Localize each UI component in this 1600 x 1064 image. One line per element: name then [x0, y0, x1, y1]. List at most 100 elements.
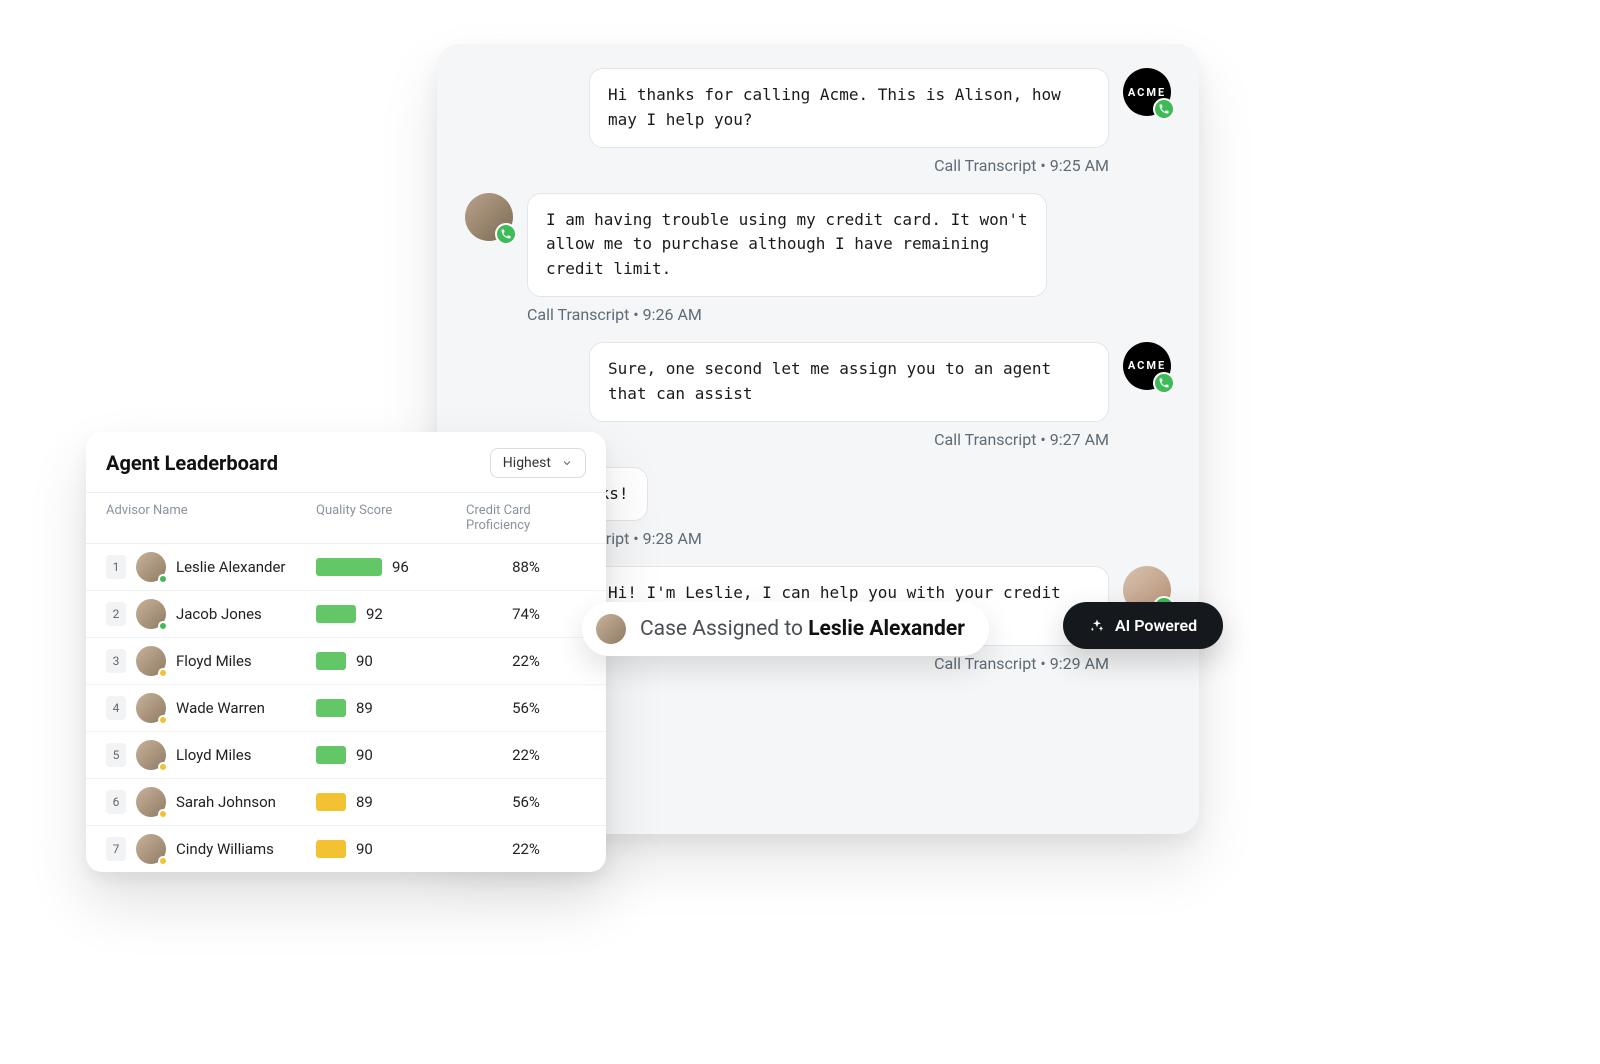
table-row[interactable]: 7 Cindy Williams 90 22%	[86, 826, 606, 872]
score-value: 90	[356, 652, 373, 670]
proficiency-cell: 56%	[466, 793, 586, 811]
table-row[interactable]: 3 Floyd Miles 90 22%	[86, 638, 606, 685]
table-row[interactable]: 4 Wade Warren 89 56%	[86, 685, 606, 732]
sort-dropdown-label: Highest	[503, 455, 551, 471]
col-proficiency: Credit Card Proficiency	[466, 503, 586, 533]
leaderboard-card: Agent Leaderboard Highest Advisor Name Q…	[86, 432, 606, 872]
quality-score-cell: 90	[316, 840, 466, 858]
agent-name: Cindy Williams	[176, 840, 274, 858]
agent-cell: 6Sarah Johnson	[106, 787, 316, 817]
quality-score-cell: 89	[316, 699, 466, 717]
col-advisor-name: Advisor Name	[106, 503, 316, 533]
table-row[interactable]: 1 Leslie Alexander 96 88%	[86, 544, 606, 591]
message-block: I am having trouble using my credit card…	[465, 193, 1171, 324]
acme-avatar: ACME	[1123, 342, 1171, 390]
agent-avatar	[136, 740, 166, 770]
score-value: 90	[356, 746, 373, 764]
table-row[interactable]: 5Lloyd Miles 90 22%	[86, 732, 606, 779]
agent-avatar	[136, 552, 166, 582]
agent-name: Leslie Alexander	[176, 558, 286, 576]
ai-badge-label: AI Powered	[1115, 616, 1197, 635]
quality-score-cell: 90	[316, 746, 466, 764]
assigned-prefix: Case Assigned to	[640, 617, 808, 641]
table-row[interactable]: 6Sarah Johnson 89 56%	[86, 779, 606, 826]
rank-badge: 3	[106, 649, 126, 673]
sparkle-icon	[1089, 618, 1105, 634]
proficiency-cell: 22%	[466, 652, 586, 670]
score-bar	[316, 605, 356, 623]
proficiency-cell: 74%	[466, 605, 586, 623]
score-bar	[316, 558, 382, 576]
phone-icon	[495, 223, 517, 245]
agent-cell: 7 Cindy Williams	[106, 834, 316, 864]
message-row: I am having trouble using my credit card…	[465, 193, 1171, 297]
phone-icon	[1153, 372, 1175, 394]
message-meta: Call Transcript • 9:26 AM	[465, 305, 1171, 324]
avatar-label: ACME	[1128, 359, 1166, 372]
case-assigned-pill: Case Assigned to Leslie Alexander	[582, 602, 989, 656]
agent-cell: 5Lloyd Miles	[106, 740, 316, 770]
score-value: 90	[356, 840, 373, 858]
quality-score-cell: 89	[316, 793, 466, 811]
status-dot	[158, 762, 168, 772]
score-bar	[316, 793, 346, 811]
score-bar	[316, 652, 346, 670]
message-row: Sure, one second let me assign you to an…	[465, 342, 1171, 422]
status-dot	[158, 715, 168, 725]
proficiency-cell: 22%	[466, 840, 586, 858]
chevron-down-icon	[561, 457, 573, 469]
ai-powered-badge: AI Powered	[1063, 602, 1223, 649]
status-dot	[158, 856, 168, 866]
score-bar	[316, 746, 346, 764]
acme-avatar: ACME	[1123, 68, 1171, 116]
message-bubble: I am having trouble using my credit card…	[527, 193, 1047, 297]
leaderboard-columns: Advisor Name Quality Score Credit Card P…	[86, 492, 606, 544]
agent-cell: 2 Jacob Jones	[106, 599, 316, 629]
quality-score-cell: 92	[316, 605, 466, 623]
customer-avatar	[465, 193, 513, 241]
status-dot	[158, 621, 168, 631]
message-meta: Call Transcript • 9:25 AM	[465, 156, 1171, 175]
agent-name: Lloyd Miles	[176, 746, 251, 764]
avatar-label: ACME	[1128, 86, 1166, 99]
agent-avatar	[136, 787, 166, 817]
agent-avatar	[136, 834, 166, 864]
proficiency-cell: 88%	[466, 558, 586, 576]
rank-badge: 2	[106, 602, 126, 626]
col-quality-score: Quality Score	[316, 503, 466, 533]
agent-cell: 3 Floyd Miles	[106, 646, 316, 676]
score-value: 89	[356, 793, 373, 811]
assigned-agent-name: Leslie Alexander	[808, 617, 965, 641]
status-dot	[158, 668, 168, 678]
message-row: Hi thanks for calling Acme. This is Alis…	[465, 68, 1171, 148]
quality-score-cell: 96	[316, 558, 466, 576]
status-dot	[158, 809, 168, 819]
sort-dropdown[interactable]: Highest	[490, 448, 586, 478]
agent-name: Floyd Miles	[176, 652, 252, 670]
message-bubble: Sure, one second let me assign you to an…	[589, 342, 1109, 422]
score-value: 96	[392, 558, 409, 576]
agent-name: Wade Warren	[176, 699, 265, 717]
proficiency-cell: 22%	[466, 746, 586, 764]
score-bar	[316, 840, 346, 858]
rank-badge: 6	[106, 790, 126, 814]
message-block: Hi thanks for calling Acme. This is Alis…	[465, 68, 1171, 175]
agent-name: Jacob Jones	[176, 605, 262, 623]
table-row[interactable]: 2 Jacob Jones 92 74%	[86, 591, 606, 638]
rank-badge: 7	[106, 837, 126, 861]
agent-cell: 1 Leslie Alexander	[106, 552, 316, 582]
rank-badge: 4	[106, 696, 126, 720]
agent-avatar	[136, 599, 166, 629]
message-bubble: Hi thanks for calling Acme. This is Alis…	[589, 68, 1109, 148]
assigned-agent-avatar	[596, 614, 626, 644]
proficiency-cell: 56%	[466, 699, 586, 717]
status-dot	[158, 574, 168, 584]
agent-avatar	[136, 693, 166, 723]
score-value: 92	[366, 605, 383, 623]
leaderboard-title: Agent Leaderboard	[106, 451, 278, 475]
score-value: 89	[356, 699, 373, 717]
phone-icon	[1153, 98, 1175, 120]
rank-badge: 1	[106, 555, 126, 579]
agent-avatar	[136, 646, 166, 676]
agent-cell: 4 Wade Warren	[106, 693, 316, 723]
